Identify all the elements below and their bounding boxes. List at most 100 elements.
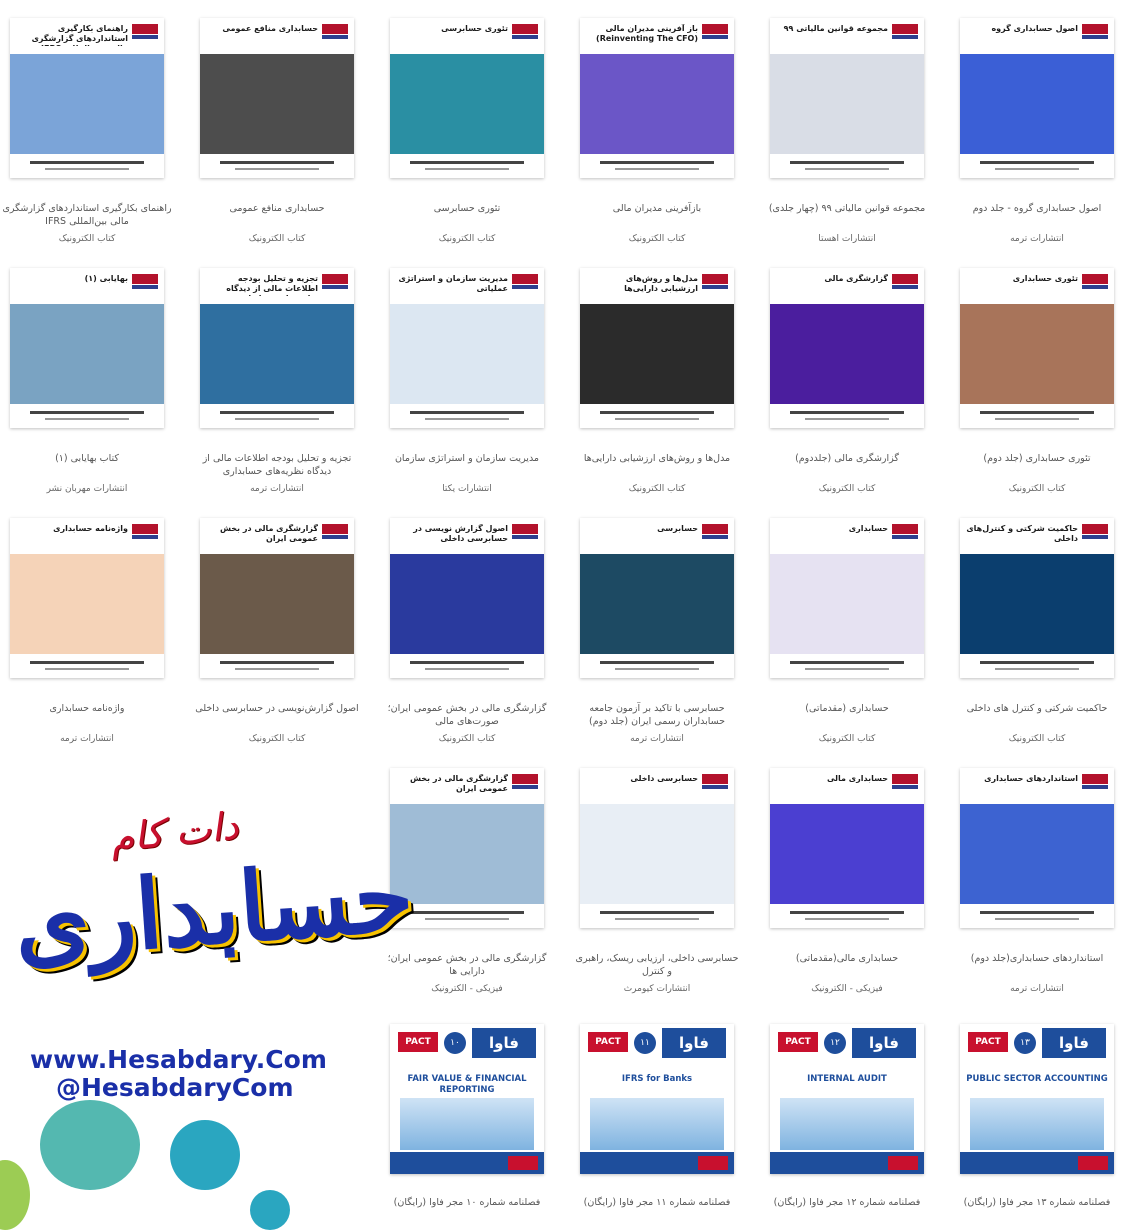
book-cover[interactable]: حسابداری bbox=[770, 518, 924, 678]
book-cover[interactable]: تئوری حسابرسی bbox=[390, 18, 544, 178]
book-card[interactable]: اصول گزارش نویسی در حسابرسی داخلی گزارشگر… bbox=[382, 518, 552, 758]
book-title-link[interactable]: مجموعه قوانین مالیاتی ۹۹ (چهار جلدی) bbox=[762, 202, 932, 215]
book-cover[interactable]: گزارشگری مالی bbox=[770, 268, 924, 428]
magazine-cover[interactable]: PACT ۱۳ فاوا PUBLIC SECTOR ACCOUNTING bbox=[960, 1024, 1114, 1174]
book-title-link[interactable]: تجزیه و تحلیل بودجه اطلاعات مالی از دیدگ… bbox=[192, 452, 362, 478]
magazine-title-link[interactable]: فصلنامه شماره ۱۱ مجر فاوا (رایگان) bbox=[572, 1196, 742, 1209]
book-cover[interactable]: استانداردهای حسابداری bbox=[960, 768, 1114, 928]
cover-artwork bbox=[200, 54, 354, 154]
book-title-link[interactable]: حسابداری (مقدماتی) bbox=[762, 702, 932, 715]
book-title-link[interactable]: تئوری حسابرسی bbox=[382, 202, 552, 215]
book-title-link[interactable]: حسابداری مالی(مقدماتی) bbox=[762, 952, 932, 965]
magazine-artwork bbox=[590, 1098, 724, 1150]
book-card[interactable]: گزارشگری مالی گزارشگری مالی (جلددوم) کتاب … bbox=[762, 268, 932, 508]
book-cover[interactable]: تجزیه و تحلیل بودجه اطلاعات مالی از دیدگ… bbox=[200, 268, 354, 428]
book-cover[interactable]: حسابرسی داخلی bbox=[580, 768, 734, 928]
magazine-card[interactable]: PACT ۱۱ فاوا IFRS for Banks فصلنامه شماره ۱۱… bbox=[572, 1024, 742, 1224]
book-card[interactable]: مدیریت سازمان و استراتژی عملیاتی مدیریت س… bbox=[382, 268, 552, 508]
book-card[interactable]: استانداردهای حسابداری استانداردهای حسابدا… bbox=[952, 768, 1122, 1008]
magazine-artwork bbox=[400, 1098, 534, 1150]
book-title-link[interactable]: حسابرسی داخلی، ارزیابی ریسک، راهبری و کن… bbox=[572, 952, 742, 978]
cover-footer bbox=[770, 654, 924, 678]
publisher-logo-bar bbox=[702, 285, 728, 289]
book-title-link[interactable]: گزارشگری مالی (جلددوم) bbox=[762, 452, 932, 465]
book-title-link[interactable]: حسابداری منافع عمومی bbox=[192, 202, 362, 215]
book-card[interactable]: بهایابی (۱) کتاب بهایابی (۱) انتشارات مهرب… bbox=[2, 268, 172, 508]
magazine-cover[interactable]: PACT ۱۱ فاوا IFRS for Banks bbox=[580, 1024, 734, 1174]
magazine-card[interactable]: PACT ۱۰ فاوا FAIR VALUE & FINANCIAL REPORTI… bbox=[382, 1024, 552, 1224]
book-card[interactable]: حسابداری منافع عمومی حسابداری منافع عمومی… bbox=[192, 18, 362, 258]
publisher-logo-bar bbox=[1082, 535, 1108, 539]
book-card[interactable]: گزارشگری مالی در بخش عمومی ایران اصول گزا… bbox=[192, 518, 362, 758]
book-title-link[interactable]: تئوری حسابداری (جلد دوم) bbox=[952, 452, 1122, 465]
cover-title: گزارشگری مالی در بخش عمومی ایران bbox=[409, 774, 508, 793]
book-title-link[interactable]: استانداردهای حسابداری(جلد دوم) bbox=[952, 952, 1122, 965]
book-card[interactable]: تجزیه و تحلیل بودجه اطلاعات مالی از دیدگ… bbox=[192, 268, 362, 508]
book-cover[interactable]: مجموعه قوانین مالیاتی ۹۹ bbox=[770, 18, 924, 178]
cover-footer bbox=[960, 904, 1114, 928]
magazine-title-link[interactable]: فصلنامه شماره ۱۲ مجر فاوا (رایگان) bbox=[762, 1196, 932, 1209]
brand-handle[interactable]: @HesabdaryCom bbox=[56, 1073, 294, 1102]
book-cover[interactable]: اصول حسابداری گروه bbox=[960, 18, 1114, 178]
book-card[interactable]: حسابداری حسابداری (مقدماتی) کتاب الکترونیک bbox=[762, 518, 932, 758]
book-card[interactable]: باز آفرینی مدیران مالی (Reinventing The … bbox=[572, 18, 742, 258]
publisher-logo-icon bbox=[512, 774, 538, 784]
book-card[interactable]: واژه‌نامه حسابداری واژه‌نامه حسابداری انتش… bbox=[2, 518, 172, 758]
book-publisher: کتاب الکترونیک bbox=[248, 234, 306, 244]
book-title-link[interactable]: گزارشگری مالی در بخش عمومی ایران؛ صورت‌ه… bbox=[382, 702, 552, 728]
book-title-link[interactable]: مدیریت سازمان و استراتژی سازمان bbox=[382, 452, 552, 465]
cover-footer bbox=[390, 404, 544, 428]
book-cover[interactable]: باز آفرینی مدیران مالی (Reinventing The … bbox=[580, 18, 734, 178]
book-cover[interactable]: راهنمای بکارگیری استانداردهای گزارشگری م… bbox=[10, 18, 164, 178]
book-title-link[interactable]: حسابرسی با تاکید بر آزمون جامعه حسابدارا… bbox=[572, 702, 742, 728]
magazine-cover[interactable]: PACT ۱۲ فاوا INTERNAL AUDIT bbox=[770, 1024, 924, 1174]
book-cover[interactable]: حاکمیت شرکتی و کنترل‌های داخلی bbox=[960, 518, 1114, 678]
book-card[interactable]: حسابرسی داخلی حسابرسی داخلی، ارزیابی ریسک… bbox=[572, 768, 742, 1008]
book-title-link[interactable]: مدل‌ها و روش‌های ارزشیابی دارایی‌ها bbox=[572, 452, 742, 465]
book-cover[interactable]: گزارشگری مالی در بخش عمومی ایران bbox=[200, 518, 354, 678]
cover-title: گزارشگری مالی bbox=[824, 274, 888, 283]
magazine-title-link[interactable]: فصلنامه شماره ۱۰ مجر فاوا (رایگان) bbox=[382, 1196, 552, 1209]
book-cover[interactable]: بهایابی (۱) bbox=[10, 268, 164, 428]
book-card[interactable]: اصول حسابداری گروه اصول حسابداری گروه - ج… bbox=[952, 18, 1122, 258]
cover-title: تجزیه و تحلیل بودجه اطلاعات مالی از دیدگ… bbox=[226, 274, 318, 296]
book-title-link[interactable]: واژه‌نامه حسابداری bbox=[2, 702, 172, 715]
book-publisher: انتشارات یکتا bbox=[442, 484, 492, 494]
book-cover[interactable]: مدل‌ها و روش‌های ارزشیابی دارایی‌ها bbox=[580, 268, 734, 428]
book-title-link[interactable]: گزارشگری مالی در بخش عمومی ایران؛ دارایی… bbox=[382, 952, 552, 978]
book-publisher: فیزیکی - الکترونیک bbox=[431, 984, 503, 994]
book-publisher: انتشارات ترمه bbox=[250, 484, 304, 494]
book-title-link[interactable]: کتاب بهایابی (۱) bbox=[2, 452, 172, 465]
magazine-cover[interactable]: PACT ۱۰ فاوا FAIR VALUE & FINANCIAL REPORTI… bbox=[390, 1024, 544, 1174]
publisher-logo-icon bbox=[702, 524, 728, 534]
book-title-link[interactable]: بازآفرینی مدیران مالی bbox=[572, 202, 742, 215]
book-cover[interactable]: حسابداری مالی bbox=[770, 768, 924, 928]
book-card[interactable]: تئوری حسابداری تئوری حسابداری (جلد دوم) کت… bbox=[952, 268, 1122, 508]
book-title-link[interactable]: اصول گزارش‌نویسی در حسابرسی داخلی bbox=[192, 702, 362, 715]
book-card[interactable]: حاکمیت شرکتی و کنترل‌های داخلی حاکمیت شرک… bbox=[952, 518, 1122, 758]
book-card[interactable]: مدل‌ها و روش‌های ارزشیابی دارایی‌ها مدل‌ه… bbox=[572, 268, 742, 508]
book-card[interactable]: حسابداری مالی حسابداری مالی(مقدماتی) فیزیک… bbox=[762, 768, 932, 1008]
magazine-title-link[interactable]: فصلنامه شماره ۱۳ مجر فاوا (رایگان) bbox=[952, 1196, 1122, 1209]
cover-title: حسابرسی bbox=[657, 524, 698, 533]
cover-artwork bbox=[960, 554, 1114, 654]
book-cover[interactable]: حسابرسی bbox=[580, 518, 734, 678]
book-cover[interactable]: مدیریت سازمان و استراتژی عملیاتی bbox=[390, 268, 544, 428]
book-cover[interactable]: حسابداری منافع عمومی bbox=[200, 18, 354, 178]
brand-url[interactable]: www.Hesabdary.Com bbox=[30, 1045, 327, 1074]
book-cover[interactable]: تئوری حسابداری bbox=[960, 268, 1114, 428]
cover-artwork bbox=[580, 554, 734, 654]
book-card[interactable]: حسابرسی حسابرسی با تاکید بر آزمون جامعه ح… bbox=[572, 518, 742, 758]
book-cover[interactable]: واژه‌نامه حسابداری bbox=[10, 518, 164, 678]
book-card[interactable]: تئوری حسابرسی تئوری حسابرسی کتاب الکترونیک bbox=[382, 18, 552, 258]
book-cover[interactable]: اصول گزارش نویسی در حسابرسی داخلی bbox=[390, 518, 544, 678]
magazine-card[interactable]: PACT ۱۲ فاوا INTERNAL AUDIT فصلنامه شماره ۱۲… bbox=[762, 1024, 932, 1224]
book-card[interactable]: راهنمای بکارگیری استانداردهای گزارشگری م… bbox=[2, 18, 172, 258]
magazine-card[interactable]: PACT ۱۳ فاوا PUBLIC SECTOR ACCOUNTING فصلنام… bbox=[952, 1024, 1122, 1224]
cover-footer bbox=[960, 404, 1114, 428]
book-title-link[interactable]: راهنمای بکارگیری استانداردهای گزارشگری م… bbox=[2, 202, 172, 228]
book-card[interactable]: مجموعه قوانین مالیاتی ۹۹ مجموعه قوانین ما… bbox=[762, 18, 932, 258]
cover-artwork bbox=[390, 804, 544, 904]
book-title-link[interactable]: حاکمیت شرکتی و کنترل های داخلی bbox=[952, 702, 1122, 715]
book-title-link[interactable]: اصول حسابداری گروه - جلد دوم bbox=[952, 202, 1122, 215]
